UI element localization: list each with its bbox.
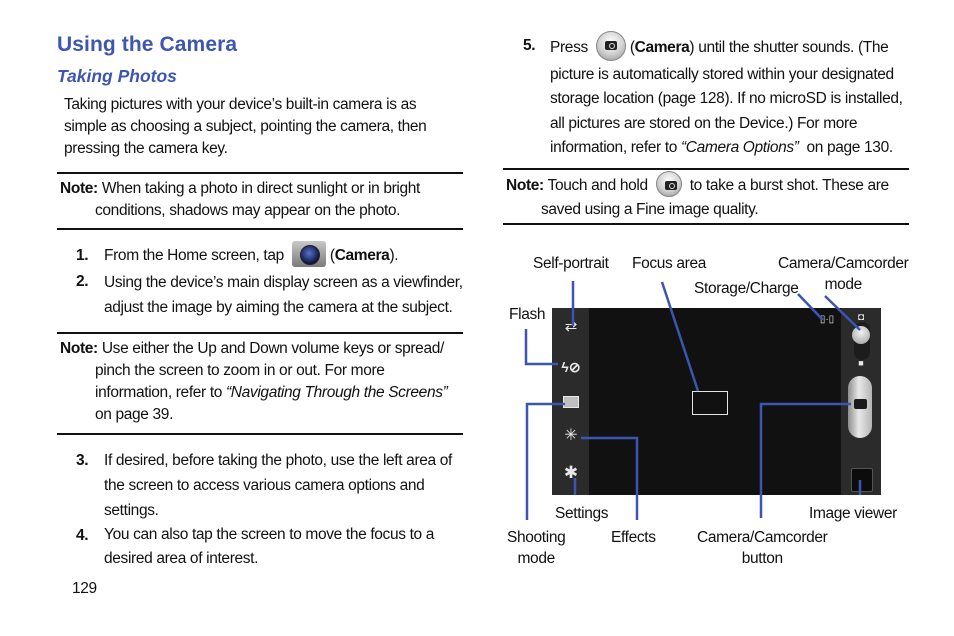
step-number: 5.	[523, 37, 536, 54]
image-viewer-thumbnail[interactable]	[851, 468, 873, 492]
label-line: mode	[517, 550, 556, 567]
step-line: picture is automatically stored within y…	[550, 66, 894, 83]
camera-button-label: Camera	[634, 39, 690, 57]
label-line: button	[741, 550, 783, 567]
note-text: Use either the Up and Down volume keys o…	[101, 340, 444, 357]
divider	[503, 168, 909, 170]
label-camera-button: Camera/Camcorder button	[697, 527, 828, 569]
divider	[57, 433, 463, 435]
step-line: You can also tap the screen to move the …	[104, 526, 435, 543]
intro-paragraph: Taking pictures with your device’s built…	[64, 94, 427, 160]
label-focus-area: Focus area	[632, 255, 707, 272]
label-settings: Settings	[555, 505, 609, 522]
step-text: From the Home screen, tap	[104, 247, 288, 265]
step-line: storage location (page 128). If no micro…	[550, 90, 903, 108]
divider	[57, 332, 463, 334]
divider	[57, 228, 463, 230]
label-line: Shooting	[507, 529, 566, 546]
left-options-bar: ⇄ ϟ⊘ ✳ ✱	[552, 308, 589, 495]
note-text: on page 39.	[95, 406, 174, 423]
camera-camcorder-button[interactable]	[848, 376, 872, 438]
divider	[503, 223, 909, 225]
step-5-text: Press (Camera) until the shutter sounds.…	[550, 31, 903, 160]
step-number: 2.	[76, 273, 89, 290]
page-number: 129	[72, 580, 97, 597]
divider	[57, 172, 463, 174]
note-zoom: Note: Use either the Up and Down volume …	[60, 338, 448, 426]
camcorder-mode-icon: ■	[858, 358, 864, 368]
step-line: settings.	[104, 502, 159, 519]
step-line: all pictures are stored on the Device.) …	[550, 114, 858, 132]
note-label: Note:	[60, 180, 98, 197]
flash-icon[interactable]: ϟ⊘	[558, 360, 584, 374]
camera-app-label: Camera	[334, 247, 390, 265]
right-controls-bar: ◘ ■	[841, 308, 881, 495]
step-number: 3.	[76, 452, 89, 469]
step-line: information, refer to	[550, 138, 681, 156]
note-label: Note:	[60, 340, 98, 357]
step-line: adjust the image by aiming the camera at…	[104, 299, 453, 316]
label-storage-charge: Storage/Charge	[694, 280, 799, 297]
section-subtitle: Taking Photos	[57, 66, 177, 86]
step-text: ).	[389, 247, 399, 265]
note-text: When taking a photo in direct sunlight o…	[101, 180, 421, 197]
step-2-text: Using the device’s main display screen a…	[104, 270, 463, 320]
note-burst: Note: Touch and hold to take a burst sho…	[506, 171, 889, 221]
mode-switch-knob[interactable]	[852, 326, 870, 344]
step-4-text: You can also tap the screen to move the …	[104, 523, 434, 571]
note-sunlight: Note: When taking a photo in direct sunl…	[60, 178, 420, 222]
step-text: ) until the shutter sounds. (The	[689, 39, 889, 57]
step-text: on page 130.	[806, 138, 894, 156]
camera-app-icon	[291, 241, 326, 267]
step-line: the screen to access various camera opti…	[104, 477, 425, 494]
cross-reference-link[interactable]: “Navigating Through the Screens”	[226, 384, 448, 401]
note-text: Touch and hold	[547, 177, 652, 195]
shooting-mode-icon[interactable]	[563, 396, 579, 408]
intro-line: simple as choosing a subject, pointing t…	[64, 118, 427, 135]
settings-gear-icon[interactable]: ✱	[561, 464, 581, 481]
note-label: Note:	[506, 177, 544, 195]
step-line: If desired, before taking the photo, use…	[104, 452, 452, 469]
shutter-button-icon	[655, 171, 682, 197]
note-text: information, refer to	[95, 384, 226, 401]
label-self-portrait: Self-portrait	[533, 255, 609, 272]
page-title: Using the Camera	[57, 33, 238, 56]
note-text: conditions, shadows may appear on the ph…	[95, 202, 401, 219]
note-text: to take a burst shot. These are	[685, 177, 889, 195]
effects-icon[interactable]: ✳	[561, 428, 581, 444]
step-text: Press	[550, 39, 592, 57]
intro-line: pressing the camera key.	[64, 140, 228, 157]
focus-area-box[interactable]	[692, 391, 728, 415]
label-flash: Flash	[509, 306, 546, 323]
label-line: Camera/Camcorder	[778, 255, 909, 272]
step-3-text: If desired, before taking the photo, use…	[104, 448, 452, 523]
note-text: saved using a Fine image quality.	[541, 201, 759, 218]
shutter-button-icon	[595, 31, 626, 61]
note-text: pinch the screen to zoom in or out. For …	[95, 362, 385, 379]
label-effects: Effects	[611, 529, 656, 546]
cross-reference-link[interactable]: “Camera Options”	[681, 139, 799, 156]
storage-charge-icon: ▯·▯	[819, 314, 835, 325]
self-portrait-icon[interactable]: ⇄	[561, 319, 581, 334]
label-line: Camera/Camcorder	[697, 529, 828, 546]
camera-icon	[854, 399, 867, 409]
step-number: 1.	[76, 247, 89, 264]
step-line: desired area of interest.	[104, 550, 259, 567]
label-shooting-mode: Shooting mode	[507, 527, 566, 569]
step-line: Using the device’s main display screen a…	[104, 274, 463, 291]
label-image-viewer: Image viewer	[809, 505, 897, 522]
step-1-text: From the Home screen, tap (Camera).	[104, 241, 399, 269]
intro-line: Taking pictures with your device’s built…	[64, 96, 417, 113]
camera-screen-diagram: ⇄ ϟ⊘ ✳ ✱ ▯·▯ ◘ ■	[552, 308, 881, 495]
step-number: 4.	[76, 527, 89, 544]
